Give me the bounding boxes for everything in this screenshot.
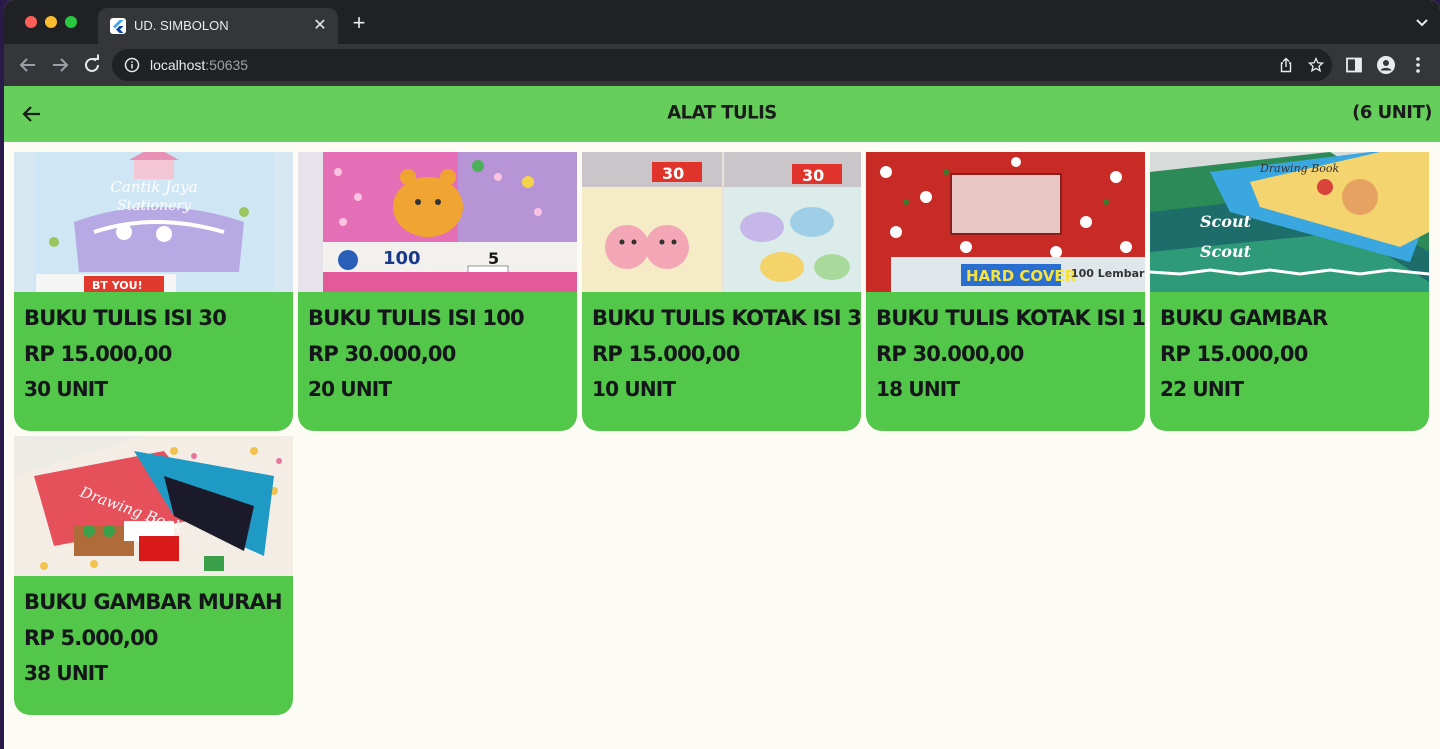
- forward-arrow-icon[interactable]: [48, 53, 72, 77]
- chevron-down-icon[interactable]: [1414, 14, 1430, 30]
- product-stock: 20 UNIT: [308, 377, 392, 401]
- product-stock: 10 UNIT: [592, 377, 676, 401]
- product-name: BUKU TULIS KOTAK ISI 30: [592, 306, 861, 330]
- product-stock: 18 UNIT: [876, 377, 960, 401]
- product-card[interactable]: 30 30 BUKU TULIS KOTAK ISI 30 RP 15.000,…: [582, 152, 861, 431]
- product-stock: 38 UNIT: [24, 661, 108, 685]
- product-name: BUKU GAMBAR MURAH: [24, 590, 283, 614]
- close-tab-icon[interactable]: ✕: [310, 16, 330, 36]
- flutter-icon: [110, 18, 126, 34]
- svg-text:Drawing Book: Drawing Book: [1259, 162, 1340, 175]
- svg-text:HARD COVER: HARD COVER: [966, 267, 1077, 285]
- reload-icon[interactable]: [80, 53, 104, 77]
- address-bar[interactable]: localhost:50635: [112, 49, 1332, 81]
- product-price: RP 15.000,00: [1160, 342, 1308, 366]
- product-image: 30 30: [582, 152, 861, 292]
- share-icon[interactable]: [1278, 57, 1294, 73]
- product-price: RP 15.000,00: [592, 342, 740, 366]
- product-name: BUKU TULIS ISI 30: [24, 306, 227, 330]
- browser-tab[interactable]: UD. SIMBOLON ✕: [98, 8, 338, 44]
- page-title: Alat Tulis: [667, 101, 777, 124]
- product-stock: 22 UNIT: [1160, 377, 1244, 401]
- product-card[interactable]: Drawing Book BUKU GAMBAR MURAH RP 5.000,…: [14, 436, 293, 715]
- product-card[interactable]: Cantik Jaya Stationery BT YOU! BUKU TULI…: [14, 152, 293, 431]
- product-price: RP 5.000,00: [24, 626, 159, 650]
- product-stock: 30 UNIT: [24, 377, 108, 401]
- product-card[interactable]: Drawing Book Scout Scout BUKU GAMBAR RP …: [1150, 152, 1429, 431]
- profile-icon[interactable]: [1376, 55, 1396, 75]
- browser-window: UD. SIMBOLON ✕ + localhost:50635 ALAT TU…: [4, 0, 1440, 749]
- product-card[interactable]: 100 5 BUKU TULIS ISI 100 RP 30.000,00 20…: [298, 152, 577, 431]
- maximize-window-button[interactable]: [65, 16, 77, 28]
- browser-toolbar: localhost:50635: [4, 44, 1440, 86]
- svg-text:Scout: Scout: [1200, 242, 1252, 261]
- product-image: 100 5: [298, 152, 577, 292]
- product-image: Cantik Jaya Stationery BT YOU!: [14, 152, 293, 292]
- svg-text:100: 100: [383, 248, 421, 269]
- tab-strip: UD. SIMBOLON ✕ +: [4, 0, 1440, 44]
- tab-title: UD. SIMBOLON: [134, 18, 229, 33]
- product-price: RP 15.000,00: [24, 342, 172, 366]
- svg-text:Scout: Scout: [1200, 212, 1252, 231]
- product-price: RP 30.000,00: [876, 342, 1024, 366]
- svg-text:Stationery: Stationery: [117, 198, 192, 214]
- product-card[interactable]: HARD COVER 100 Lembar BUKU TULIS KOTAK I…: [866, 152, 1145, 431]
- side-panel-icon[interactable]: [1344, 55, 1364, 75]
- svg-text:BT YOU!: BT YOU!: [92, 279, 143, 292]
- kebab-menu-icon[interactable]: [1408, 55, 1428, 75]
- product-image: HARD COVER 100 Lembar: [866, 152, 1145, 292]
- new-tab-icon[interactable]: +: [348, 12, 370, 34]
- unit-count: (6 UNIT): [1352, 102, 1432, 123]
- svg-text:5: 5: [488, 249, 499, 268]
- minimize-window-button[interactable]: [45, 16, 57, 28]
- back-arrow-icon[interactable]: [16, 53, 40, 77]
- close-window-button[interactable]: [25, 16, 37, 28]
- app-bar: Alat Tulis (6 UNIT): [4, 86, 1440, 142]
- svg-text:100 Lembar: 100 Lembar: [1071, 267, 1145, 280]
- product-name: BUKU GAMBAR: [1160, 306, 1328, 330]
- product-price: RP 30.000,00: [308, 342, 456, 366]
- url-text: localhost:50635: [150, 57, 249, 73]
- star-icon[interactable]: [1307, 56, 1325, 73]
- svg-text:30: 30: [802, 166, 824, 185]
- svg-text:30: 30: [662, 164, 684, 183]
- svg-text:Cantik Jaya: Cantik Jaya: [110, 178, 197, 196]
- product-name: BUKU TULIS KOTAK ISI 100: [876, 306, 1145, 330]
- info-icon[interactable]: [124, 57, 140, 73]
- product-name: BUKU TULIS ISI 100: [308, 306, 525, 330]
- product-image: Drawing Book: [14, 436, 293, 576]
- product-image: Drawing Book Scout Scout: [1150, 152, 1429, 292]
